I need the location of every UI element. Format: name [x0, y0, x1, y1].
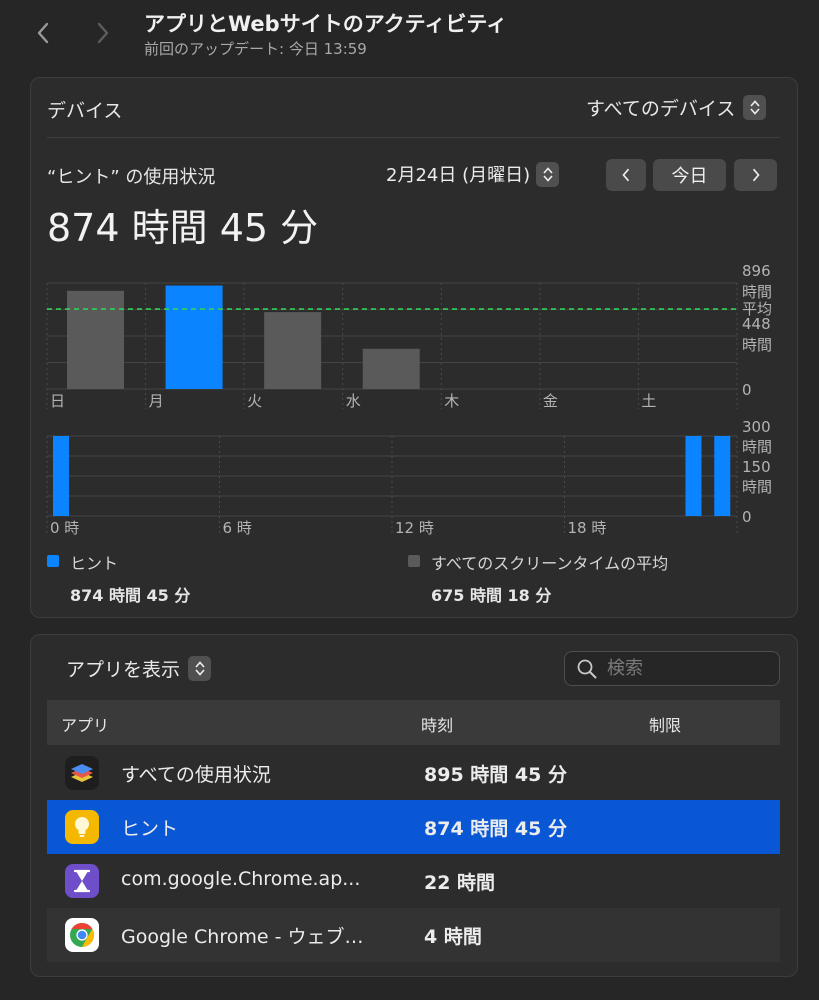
week-x-tick-label: 月 [149, 392, 164, 410]
legend-average-swatch [408, 555, 420, 567]
week-x-tick-label: 日 [50, 392, 65, 410]
legend-hint-label: ヒント [70, 554, 119, 573]
table-row[interactable]: Google Chrome - ウェブ… 4 時間 [47, 908, 780, 962]
lightbulb-icon [65, 810, 99, 844]
hour-bar [714, 436, 731, 516]
legend-hint-swatch [47, 555, 59, 567]
hour-y-tick-label: 時間 [742, 478, 772, 496]
week-x-tick-label: 金 [543, 392, 558, 410]
week-x-tick-label: 木 [444, 392, 459, 410]
table-header: アプリ 時刻 制限 [47, 700, 780, 745]
week-y-tick-label: 時間 [742, 336, 772, 354]
chrome-icon [65, 918, 99, 952]
legend-average-value: 675 時間 18 分 [431, 586, 552, 605]
app-name: Google Chrome - ウェブ… [121, 926, 364, 948]
hour-y-tick-label: 300 [742, 418, 771, 436]
hour-y-tick-label: 0 [742, 508, 752, 526]
usage-charts: 平均日月火水木金土896時間448時間00 時6 時 12 時 18 時300時間1… [46, 262, 772, 537]
week-y-tick-label: 448 [742, 315, 771, 333]
app-name: すべての使用状況 [121, 764, 271, 786]
search-input[interactable] [607, 658, 767, 679]
column-header-time[interactable]: 時刻 [421, 712, 453, 736]
hour-bar [685, 436, 702, 516]
app-name: com.google.Chrome.ap... [121, 868, 361, 890]
app-name: ヒント [121, 818, 179, 840]
updown-stepper-icon [188, 656, 212, 681]
hour-x-tick-label: 0 時 [50, 519, 79, 537]
column-header-limit[interactable]: 制限 [649, 712, 681, 736]
layers-stack-icon [65, 756, 99, 790]
hour-y-tick-label: 150 [742, 458, 771, 476]
search-field[interactable] [564, 651, 780, 686]
week-bar [67, 290, 124, 389]
week-y-tick-label: 896 [742, 262, 771, 280]
legend-hint-value: 874 時間 45 分 [70, 586, 191, 605]
hour-x-tick-label: 18 時 [568, 519, 607, 537]
hour-bar [53, 436, 69, 516]
table-row[interactable]: com.google.Chrome.ap... 22 時間 [47, 854, 780, 908]
hour-y-tick-label: 時間 [742, 438, 772, 456]
week-bar [264, 312, 322, 389]
hour-x-tick-label: 12 時 [395, 519, 434, 537]
legend-average-label: すべてのスクリーンタイムの平均 [431, 554, 669, 573]
week-y-tick-label: 時間 [742, 283, 772, 301]
week-bar [165, 285, 223, 389]
table-row-selected[interactable]: ヒント 874 時間 45 分 [47, 800, 780, 854]
app-time: 895 時間 45 分 [424, 764, 567, 786]
week-x-tick-label: 水 [346, 392, 361, 410]
hourglass-icon [65, 864, 99, 898]
week-bar [362, 348, 420, 389]
column-header-app[interactable]: アプリ [61, 712, 109, 736]
app-time: 874 時間 45 分 [424, 818, 567, 840]
search-icon [577, 659, 597, 678]
week-x-tick-label: 土 [641, 392, 656, 410]
show-apps-label: アプリを表示 [66, 659, 181, 681]
week-y-tick-label: 0 [742, 381, 752, 399]
app-time: 4 時間 [424, 926, 482, 948]
table-row[interactable]: すべての使用状況 895 時間 45 分 [47, 746, 780, 800]
app-time: 22 時間 [424, 872, 496, 894]
week-x-tick-label: 火 [247, 392, 262, 410]
show-apps-select[interactable]: アプリを表示 [66, 655, 212, 682]
hour-x-tick-label: 6 時 [223, 519, 252, 537]
